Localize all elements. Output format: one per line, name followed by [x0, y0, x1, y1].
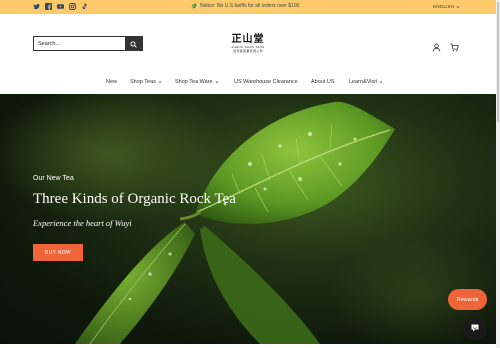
nav-item-us-warehouse-clearance[interactable]: US Warehouse Clearance	[234, 79, 298, 85]
page-bottom-strip	[0, 344, 500, 348]
main-navigation: New Shop Teas Shop Tea Ware US Warehouse…	[0, 79, 500, 89]
nav-item-label: Learn&Visit	[349, 79, 378, 85]
nav-item-about-us[interactable]: About US	[311, 79, 335, 85]
nav-item-label: New	[106, 79, 118, 85]
logo-subtitle-cn: 武夷星茶業有限公司	[233, 49, 263, 53]
youtube-icon[interactable]	[57, 3, 64, 10]
account-icon[interactable]	[432, 39, 441, 52]
leaf-icon	[191, 3, 197, 9]
logo-mark: 正山堂	[231, 34, 265, 45]
tiktok-icon[interactable]	[81, 3, 88, 10]
rewards-button[interactable]: Rewards	[448, 289, 487, 310]
nav-item-label: Shop Tea Ware	[175, 79, 213, 85]
nav-item-label: About US	[311, 79, 335, 85]
facebook-icon[interactable]	[45, 3, 52, 10]
hero-banner[interactable]: Our New Tea Three Kinds of Organic Rock …	[0, 94, 500, 344]
search-input[interactable]	[34, 37, 125, 50]
announcement-bar: Notice: No U.S tariffs for all orders ov…	[0, 0, 500, 14]
scrollbar[interactable]	[496, 0, 500, 348]
twitter-icon[interactable]	[33, 3, 40, 10]
language-selector[interactable]: ENGLISH	[433, 4, 460, 9]
nav-item-learn-visit[interactable]: Learn&Visit	[349, 79, 383, 85]
notice-text: Notice: No U.S tariffs for all orders ov…	[200, 3, 300, 9]
notice-banner: Notice: No U.S tariffs for all orders ov…	[191, 3, 299, 9]
chat-icon	[470, 320, 480, 338]
chat-button[interactable]	[463, 318, 487, 340]
chevron-down-icon	[215, 80, 219, 84]
header-actions	[432, 39, 459, 52]
chevron-down-icon	[379, 80, 383, 84]
cart-icon[interactable]	[450, 39, 459, 52]
chevron-down-icon	[158, 80, 162, 84]
site-logo[interactable]: 正山堂 ZHENG SHAN TANG 武夷星茶業有限公司	[229, 34, 267, 56]
nav-item-new[interactable]: New	[106, 79, 117, 85]
buy-now-button[interactable]: BUY NOW	[33, 244, 83, 261]
search-form	[33, 36, 143, 51]
search-icon	[130, 35, 137, 53]
search-button[interactable]	[125, 37, 142, 50]
nav-item-shop-tea-ware[interactable]: Shop Tea Ware	[175, 79, 219, 85]
chevron-down-icon	[456, 5, 460, 9]
hero-tagline: Experience the heart of Wuyi	[33, 218, 132, 228]
scrollbar-thumb[interactable]	[497, 2, 499, 122]
nav-item-shop-teas[interactable]: Shop Teas	[130, 79, 162, 85]
nav-item-label: Shop Teas	[130, 79, 156, 85]
language-label: ENGLISH	[433, 4, 455, 9]
hero-title: Three Kinds of Organic Rock Tea	[33, 191, 236, 207]
hero-kicker: Our New Tea	[33, 175, 74, 182]
instagram-icon[interactable]	[69, 3, 76, 10]
nav-item-label: US Warehouse Clearance	[234, 79, 298, 85]
social-links	[33, 3, 88, 10]
